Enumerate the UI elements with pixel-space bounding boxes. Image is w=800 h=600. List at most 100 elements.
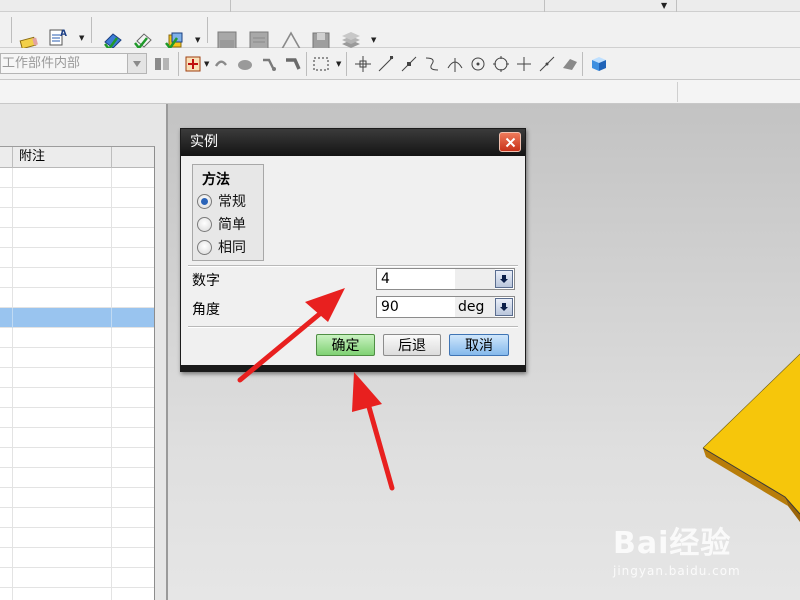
table-cell[interactable]: [13, 368, 112, 388]
table-cell[interactable]: [0, 428, 13, 448]
table-row[interactable]: [0, 308, 154, 328]
table-row[interactable]: [0, 528, 154, 548]
chevron-down-icon[interactable]: [127, 54, 146, 73]
snap-all-icon[interactable]: [352, 53, 374, 75]
table-cell[interactable]: [13, 428, 112, 448]
table-cell[interactable]: [0, 528, 13, 548]
table-cell[interactable]: [13, 468, 112, 488]
radio-button[interactable]: [197, 239, 212, 255]
snap-center-icon[interactable]: [467, 53, 489, 75]
table-row[interactable]: [0, 168, 154, 188]
table-cell[interactable]: [13, 528, 112, 548]
table-cell[interactable]: [0, 588, 13, 600]
table-cell[interactable]: [0, 348, 13, 368]
table-cell[interactable]: [112, 388, 154, 408]
table-cell[interactable]: [0, 468, 13, 488]
cancel-button[interactable]: 取消: [449, 334, 509, 356]
dropdown-arrow-icon[interactable]: [495, 270, 513, 288]
table-cell[interactable]: [0, 548, 13, 568]
table-cell[interactable]: [13, 308, 112, 328]
table-cell[interactable]: [13, 228, 112, 248]
snap-quadrant-icon[interactable]: [490, 53, 512, 75]
table-cell[interactable]: [112, 468, 154, 488]
table-cell[interactable]: [0, 228, 13, 248]
table-cell[interactable]: [0, 268, 13, 288]
back-button[interactable]: 后退: [383, 334, 441, 356]
column-header[interactable]: [0, 147, 13, 168]
table-row[interactable]: [0, 388, 154, 408]
table-row[interactable]: [0, 408, 154, 428]
table-cell[interactable]: [13, 268, 112, 288]
table-cell[interactable]: [13, 488, 112, 508]
table-cell[interactable]: [0, 508, 13, 528]
method-option-regular[interactable]: 常规: [197, 191, 246, 211]
3d-cube-icon[interactable]: [588, 53, 610, 75]
table-cell[interactable]: [112, 568, 154, 588]
snap-on-face-icon[interactable]: [559, 53, 581, 75]
table-row[interactable]: [0, 508, 154, 528]
angle-field[interactable]: 90 deg: [376, 296, 515, 318]
table-cell[interactable]: [112, 328, 154, 348]
number-input[interactable]: 4: [377, 271, 455, 287]
table-cell[interactable]: [112, 348, 154, 368]
table-row[interactable]: [0, 468, 154, 488]
curve-chain-icon[interactable]: [258, 53, 280, 75]
table-cell[interactable]: [13, 208, 112, 228]
chevron-down-icon[interactable]: ▼: [195, 36, 200, 44]
table-row[interactable]: [0, 268, 154, 288]
table-cell[interactable]: [0, 188, 13, 208]
snap-on-curve-icon[interactable]: [536, 53, 558, 75]
table-cell[interactable]: [112, 248, 154, 268]
table-row[interactable]: [0, 208, 154, 228]
table-cell[interactable]: [112, 168, 154, 188]
table-cell[interactable]: [13, 448, 112, 468]
table-cell[interactable]: [0, 448, 13, 468]
table-row[interactable]: [0, 548, 154, 568]
table-row[interactable]: [0, 248, 154, 268]
table-cell[interactable]: [13, 568, 112, 588]
table-row[interactable]: [0, 188, 154, 208]
column-header-note[interactable]: 附注: [13, 147, 112, 168]
table-cell[interactable]: [112, 548, 154, 568]
undo-select-icon[interactable]: [210, 53, 232, 75]
snap-endpoint-icon[interactable]: [375, 53, 397, 75]
filter-icon[interactable]: [151, 53, 173, 75]
table-cell[interactable]: [13, 508, 112, 528]
rectangle-select-icon[interactable]: [310, 53, 332, 75]
text-style-icon[interactable]: A: [48, 26, 70, 48]
work-part-combo[interactable]: 工作部件内部: [0, 53, 147, 74]
method-option-simple[interactable]: 简单: [197, 214, 246, 234]
chevron-down-icon[interactable]: ▼: [79, 34, 84, 42]
chevron-down-icon[interactable]: ▼: [336, 60, 341, 68]
table-cell[interactable]: [112, 588, 154, 600]
table-row[interactable]: [0, 428, 154, 448]
table-cell[interactable]: [0, 488, 13, 508]
table-cell[interactable]: [13, 588, 112, 600]
table-cell[interactable]: [112, 428, 154, 448]
number-field[interactable]: 4: [376, 268, 515, 290]
table-row[interactable]: [0, 348, 154, 368]
angle-input[interactable]: 90: [377, 299, 455, 315]
table-cell[interactable]: [0, 208, 13, 228]
radio-button[interactable]: [197, 216, 212, 232]
select-box-icon[interactable]: [182, 53, 204, 75]
table-row[interactable]: [0, 588, 154, 600]
table-cell[interactable]: [112, 268, 154, 288]
table-row[interactable]: [0, 568, 154, 588]
table-cell[interactable]: [112, 368, 154, 388]
table-cell[interactable]: [0, 408, 13, 428]
table-row[interactable]: [0, 488, 154, 508]
table-cell[interactable]: [13, 348, 112, 368]
table-cell[interactable]: [0, 388, 13, 408]
table-cell[interactable]: [112, 408, 154, 428]
table-cell[interactable]: [13, 168, 112, 188]
column-header[interactable]: [112, 147, 154, 168]
table-row[interactable]: [0, 368, 154, 388]
table-cell[interactable]: [0, 248, 13, 268]
table-row[interactable]: [0, 288, 154, 308]
table-cell[interactable]: [13, 328, 112, 348]
table-cell[interactable]: [0, 288, 13, 308]
table-cell[interactable]: [112, 448, 154, 468]
snap-control-icon[interactable]: [421, 53, 443, 75]
chevron-down-icon[interactable]: ▼: [204, 60, 209, 68]
